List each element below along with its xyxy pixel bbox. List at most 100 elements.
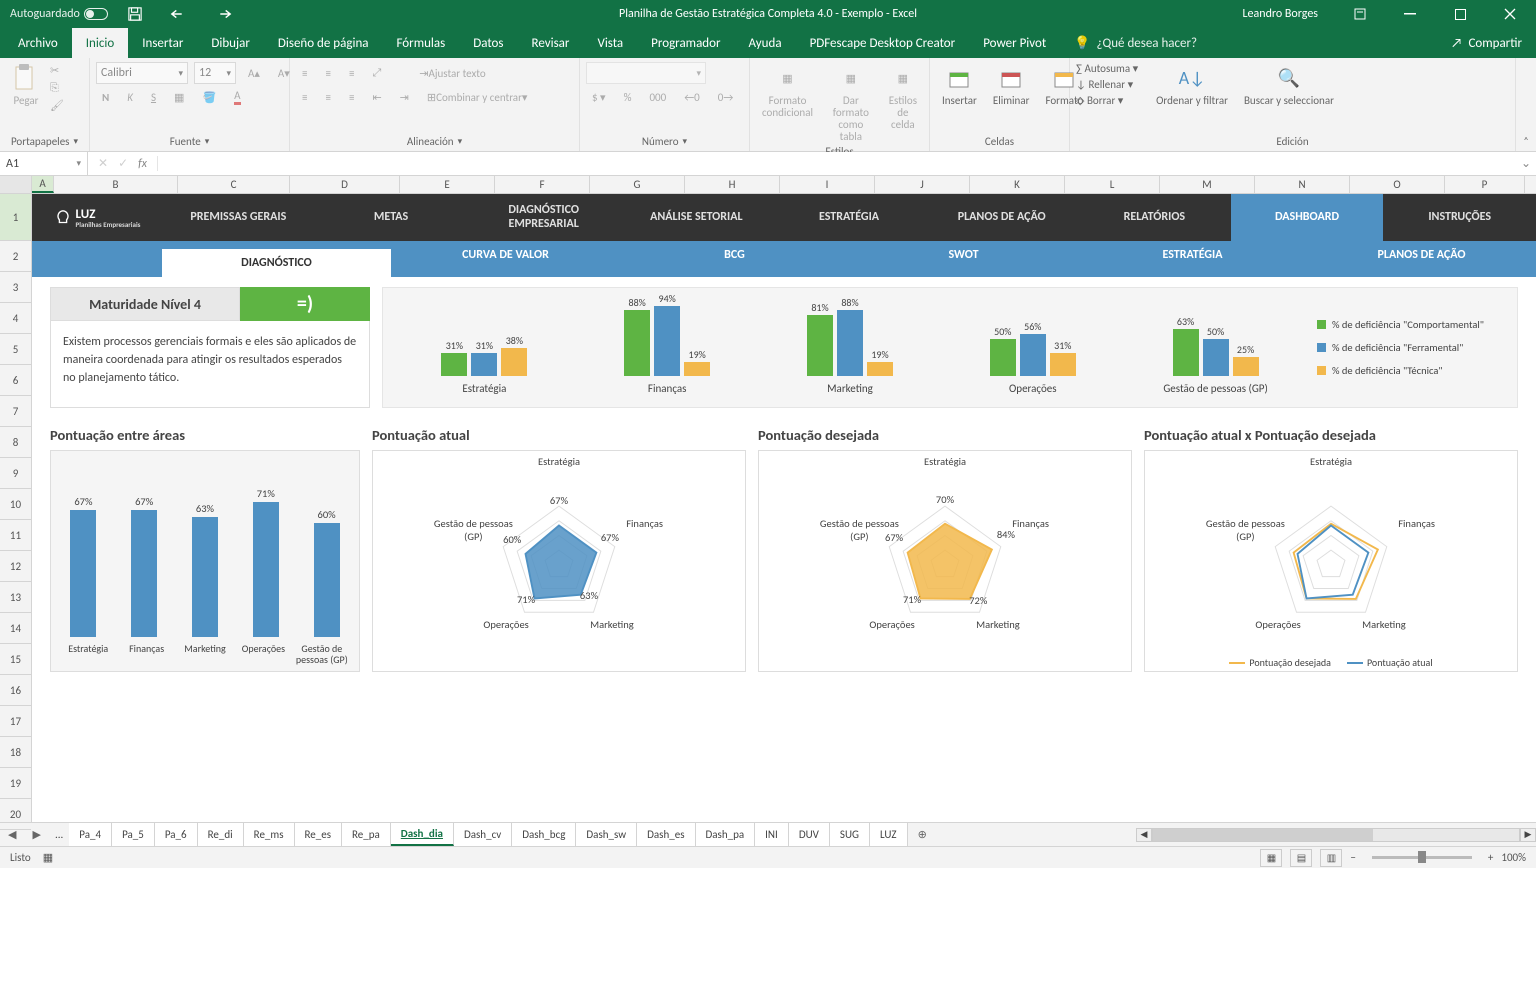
- menu-tab-ayuda[interactable]: Ayuda: [735, 28, 796, 58]
- clear-button[interactable]: ◇ Borrar ▾: [1076, 94, 1138, 107]
- row-header[interactable]: 18: [0, 737, 31, 768]
- select-all-corner[interactable]: [0, 176, 32, 193]
- format-as-table-button[interactable]: ▦Dar formato como tabla: [823, 62, 879, 145]
- enter-formula-icon[interactable]: ✓: [118, 156, 128, 171]
- name-box[interactable]: A1▾: [0, 152, 88, 175]
- dashboard-tab[interactable]: ESTRATÉGIA: [773, 194, 926, 241]
- decrease-decimal-icon[interactable]: 0→: [712, 86, 740, 108]
- column-header[interactable]: K: [970, 176, 1065, 193]
- sheet-tab[interactable]: Re_ms: [244, 823, 295, 846]
- page-layout-view-icon[interactable]: ▤: [1290, 849, 1312, 867]
- dashboard-subtab[interactable]: BCG: [620, 241, 849, 269]
- cancel-formula-icon[interactable]: ✕: [98, 156, 108, 171]
- menu-tab-diseño-de-página[interactable]: Diseño de página: [264, 28, 383, 58]
- column-header[interactable]: H: [685, 176, 780, 193]
- share-button[interactable]: ↗Compartir: [1437, 28, 1536, 58]
- row-header[interactable]: 3: [0, 272, 31, 303]
- sheet-tab[interactable]: Re_di: [198, 823, 244, 846]
- sheet-tab[interactable]: Re_es: [295, 823, 343, 846]
- autosum-button[interactable]: ∑ Autosuma ▾: [1076, 62, 1138, 75]
- increase-font-icon[interactable]: A▴: [242, 62, 266, 84]
- align-left-icon[interactable]: ≡: [296, 86, 313, 108]
- menu-tab-dibujar[interactable]: Dibujar: [197, 28, 264, 58]
- row-header[interactable]: 5: [0, 334, 31, 365]
- menu-tab-vista[interactable]: Vista: [583, 28, 637, 58]
- redo-icon[interactable]: [206, 0, 240, 28]
- row-header[interactable]: 12: [0, 551, 31, 582]
- cut-icon[interactable]: ✂: [50, 64, 64, 77]
- row-header[interactable]: 8: [0, 427, 31, 458]
- dashboard-tab[interactable]: DASHBOARD: [1231, 194, 1384, 241]
- insert-button[interactable]: Insertar: [936, 62, 983, 109]
- minimize-icon[interactable]: [1388, 0, 1432, 28]
- worksheet-area[interactable]: LUZPlanilhas Empresariais PREMISSAS GERA…: [32, 194, 1536, 822]
- column-header[interactable]: F: [495, 176, 590, 193]
- dashboard-subtab[interactable]: SWOT: [849, 241, 1078, 269]
- format-painter-icon[interactable]: 🖌: [50, 99, 64, 112]
- sheet-tab[interactable]: LUZ: [870, 823, 908, 846]
- tell-me-search[interactable]: 💡¿Qué desea hacer?: [1074, 28, 1197, 58]
- column-header[interactable]: G: [590, 176, 685, 193]
- conditional-format-button[interactable]: ▦Formato condicional: [756, 62, 819, 121]
- row-header[interactable]: 11: [0, 520, 31, 551]
- wrap-text-button[interactable]: ⇥ Ajustar texto: [413, 62, 491, 84]
- sheet-tab[interactable]: Pa_4: [69, 823, 112, 846]
- row-header[interactable]: 14: [0, 613, 31, 644]
- menu-tab-revisar[interactable]: Revisar: [518, 28, 584, 58]
- menu-tab-fórmulas[interactable]: Fórmulas: [383, 28, 460, 58]
- menu-tab-power-pivot[interactable]: Power Pivot: [969, 28, 1060, 58]
- fill-button[interactable]: ↓ Rellenar ▾: [1076, 78, 1138, 91]
- dashboard-subtab[interactable]: DIAGNÓSTICO: [162, 249, 391, 277]
- paste-button[interactable]: Pegar: [6, 62, 46, 109]
- row-header[interactable]: 16: [0, 675, 31, 706]
- decrease-indent-icon[interactable]: ⇤: [366, 86, 387, 108]
- align-bottom-icon[interactable]: ≡: [343, 62, 360, 84]
- autosave-toggle[interactable]: Autoguardado: [10, 7, 108, 21]
- zoom-slider[interactable]: [1372, 856, 1472, 859]
- row-header[interactable]: 9: [0, 458, 31, 489]
- dashboard-tab[interactable]: ANÁLISE SETORIAL: [620, 194, 773, 241]
- sheet-tab[interactable]: DUV: [789, 823, 830, 846]
- zoom-in-icon[interactable]: +: [1488, 851, 1493, 864]
- sort-filter-button[interactable]: A↓Ordenar y filtrar: [1150, 62, 1234, 109]
- formula-input[interactable]: [158, 152, 1516, 175]
- sheet-tab[interactable]: Re_pa: [342, 823, 391, 846]
- align-middle-icon[interactable]: ≡: [319, 62, 336, 84]
- dashboard-tab[interactable]: PLANOS DE AÇÃO: [925, 194, 1078, 241]
- row-header[interactable]: 13: [0, 582, 31, 613]
- dashboard-subtab[interactable]: PLANOS DE AÇÃO: [1307, 241, 1536, 269]
- macros-icon[interactable]: ▦: [43, 851, 53, 864]
- save-icon[interactable]: [118, 0, 152, 28]
- row-header[interactable]: 15: [0, 644, 31, 675]
- border-icon[interactable]: ▦: [168, 86, 190, 108]
- row-header[interactable]: 20: [0, 799, 31, 830]
- font-color-icon[interactable]: A: [228, 86, 246, 108]
- font-size-combo[interactable]: 12▾: [194, 62, 236, 84]
- column-header[interactable]: D: [290, 176, 400, 193]
- menu-tab-programador[interactable]: Programador: [637, 28, 734, 58]
- sheet-tab[interactable]: Dash_cv: [454, 823, 512, 846]
- sheet-tab[interactable]: SUG: [830, 823, 870, 846]
- sheet-tab[interactable]: Pa_6: [155, 823, 198, 846]
- row-header[interactable]: 2: [0, 241, 31, 272]
- dashboard-subtab[interactable]: CURVA DE VALOR: [391, 241, 620, 269]
- fx-icon[interactable]: fx: [138, 157, 147, 171]
- tabs-next-icon[interactable]: ▶: [24, 828, 48, 841]
- column-header[interactable]: C: [178, 176, 290, 193]
- sheet-tab[interactable]: INI: [755, 823, 789, 846]
- increase-decimal-icon[interactable]: ←0: [678, 86, 706, 108]
- delete-button[interactable]: Eliminar: [987, 62, 1036, 109]
- dashboard-tab[interactable]: DIAGNÓSTICO EMPRESARIAL: [467, 194, 620, 241]
- fill-color-icon[interactable]: 🪣: [196, 86, 222, 108]
- column-header[interactable]: A: [32, 176, 54, 193]
- row-header[interactable]: 10: [0, 489, 31, 520]
- row-header[interactable]: 7: [0, 396, 31, 427]
- column-header[interactable]: M: [1160, 176, 1255, 193]
- row-header[interactable]: 4: [0, 303, 31, 334]
- zoom-out-icon[interactable]: −: [1350, 851, 1355, 864]
- sheet-tab[interactable]: Pa_5: [112, 823, 155, 846]
- copy-icon[interactable]: ⎘: [50, 81, 64, 95]
- column-header[interactable]: N: [1255, 176, 1350, 193]
- row-header[interactable]: 6: [0, 365, 31, 396]
- dashboard-tab[interactable]: RELATÓRIOS: [1078, 194, 1231, 241]
